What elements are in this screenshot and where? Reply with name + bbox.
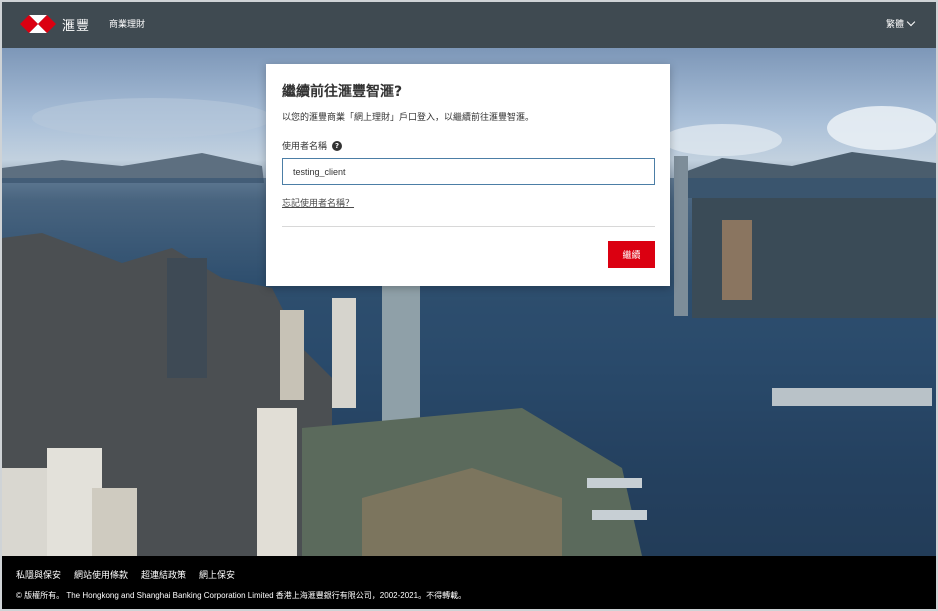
brand-name[interactable]: 滙豐 — [62, 15, 90, 34]
footer-link-hyperlink-policy[interactable]: 超連結政策 — [141, 568, 186, 581]
top-navigation-bar: 滙豐 商業理財 繁體 — [2, 2, 936, 48]
footer-link-online-security[interactable]: 網上保安 — [199, 568, 235, 581]
username-input[interactable] — [282, 158, 655, 185]
dialog-description: 以您的滙豐商業「網上理財」戶口登入，以繼續前往滙豐智滙。 — [282, 113, 535, 123]
login-dialog: 繼續前往滙豐智滙? 以您的滙豐商業「網上理財」戶口登入，以繼續前往滙豐智滙。 使… — [266, 64, 670, 286]
language-label: 繁體 — [885, 20, 904, 30]
username-label: 使用者名稱 ? — [282, 139, 343, 152]
footer-link-privacy[interactable]: 私隱與保安 — [16, 568, 61, 581]
hsbc-logo-icon[interactable] — [20, 12, 56, 36]
page-footer: 私隱與保安 網站使用條款 超連結政策 網上保安 © 版權所有。 The Hong… — [2, 556, 936, 609]
footer-link-terms[interactable]: 網站使用條款 — [74, 568, 128, 581]
forgot-username-link[interactable]: 忘記使用者名稱？ — [282, 196, 354, 209]
continue-button[interactable]: 繼續 — [608, 241, 655, 268]
language-selector[interactable]: 繁體 — [885, 17, 916, 30]
nav-link-business-banking[interactable]: 商業理財 — [109, 17, 145, 30]
copyright-text: © 版權所有。 The Hongkong and Shanghai Bankin… — [16, 591, 467, 600]
help-icon[interactable]: ? — [332, 140, 343, 151]
footer-links: 私隱與保安 網站使用條款 超連結政策 網上保安 — [16, 568, 235, 581]
dialog-title: 繼續前往滙豐智滙? — [282, 84, 403, 100]
username-label-text: 使用者名稱 — [282, 142, 328, 152]
dialog-divider — [282, 226, 655, 227]
chevron-down-icon — [906, 17, 916, 27]
